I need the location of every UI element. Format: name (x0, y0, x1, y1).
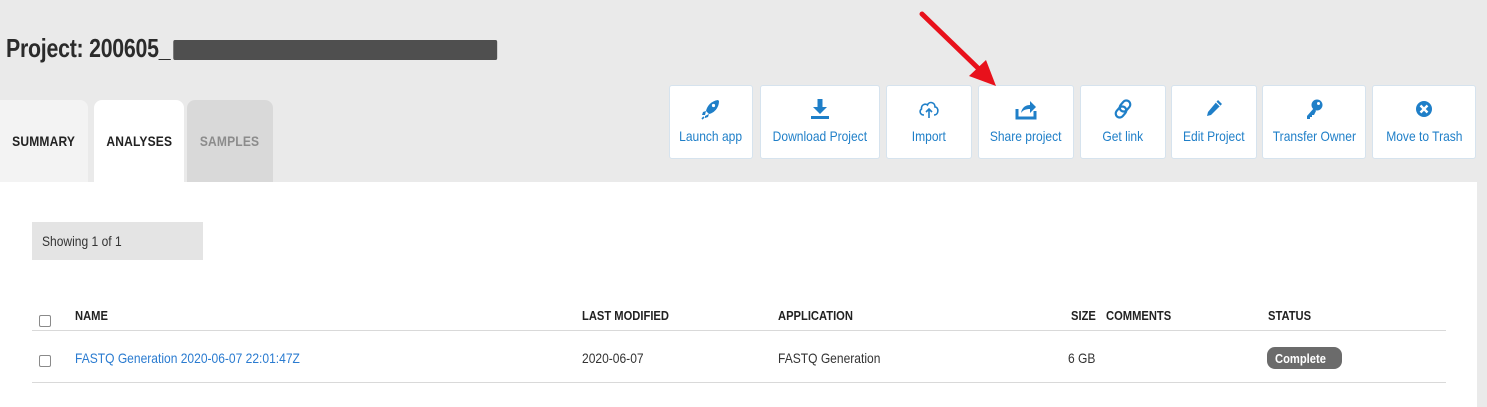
key-icon (1302, 98, 1326, 120)
page-title: Project: 200605_ (6, 33, 498, 64)
column-header-comments: COMMENTS (1106, 308, 1172, 323)
download-project-label: Download Project (772, 128, 868, 144)
edit-project-label: Edit Project (1183, 128, 1245, 144)
rocket-icon (699, 98, 723, 120)
column-header-name[interactable]: NAME (75, 308, 113, 323)
column-header-status[interactable]: STATUS (1268, 308, 1318, 323)
redacted-block (173, 40, 498, 61)
tab-samples[interactable]: SAMPLES (187, 100, 273, 182)
row-divider (32, 382, 1446, 383)
get-link-button[interactable]: Get link (1080, 85, 1166, 159)
row-checkbox[interactable] (39, 355, 51, 367)
pencil-icon (1202, 98, 1226, 120)
column-header-last-modified[interactable]: LAST MODIFIED (582, 308, 683, 323)
move-to-trash-button[interactable]: Move to Trash (1372, 85, 1476, 159)
project-title-text: Project: 200605_ (6, 33, 171, 63)
column-header-application[interactable]: APPLICATION (778, 308, 865, 323)
import-button[interactable]: Import (886, 85, 972, 159)
transfer-owner-label: Transfer Owner (1272, 128, 1356, 144)
share-project-label: Share project (990, 128, 1062, 144)
get-link-label: Get link (1102, 128, 1144, 144)
transfer-owner-button[interactable]: Transfer Owner (1262, 85, 1366, 159)
tab-summary[interactable]: SUMMARY (0, 100, 88, 182)
select-all-checkbox[interactable] (39, 315, 51, 327)
analysis-name-link[interactable]: FASTQ Generation 2020-06-07 22:01:47Z (75, 350, 337, 366)
cloud-upload-icon (917, 98, 941, 120)
edit-project-button[interactable]: Edit Project (1171, 85, 1257, 159)
showing-count: Showing 1 of 1 (32, 222, 203, 260)
size-cell: 6 GB (1068, 350, 1096, 366)
share-project-button[interactable]: Share project (978, 85, 1074, 159)
last-modified-cell: 2020-06-07 (582, 350, 644, 366)
share-icon (1014, 98, 1038, 120)
tab-analyses[interactable]: ANALYSES (94, 100, 184, 182)
move-to-trash-label: Move to Trash (1385, 128, 1463, 144)
column-header-size[interactable]: SIZE (1071, 308, 1100, 323)
header-divider (32, 330, 1446, 331)
launch-app-button[interactable]: Launch app (669, 85, 753, 159)
close-circle-icon (1412, 98, 1436, 120)
launch-app-label: Launch app (679, 128, 743, 144)
import-label: Import (911, 128, 947, 144)
analyses-panel (0, 182, 1477, 407)
application-cell: FASTQ Generation (778, 350, 881, 366)
download-icon (808, 98, 832, 120)
link-icon (1111, 98, 1135, 120)
download-project-button[interactable]: Download Project (760, 85, 880, 159)
status-badge: Complete (1267, 347, 1342, 369)
